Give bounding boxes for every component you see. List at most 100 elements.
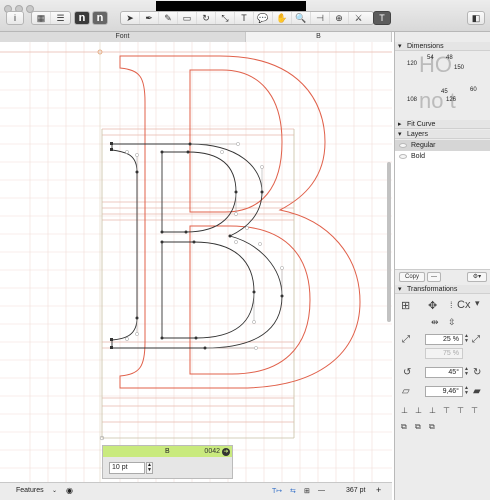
- metric-value[interactable]: 108: [407, 97, 417, 103]
- zoom-icon[interactable]: 🔍: [292, 12, 311, 24]
- layer-row-regular[interactable]: Regular: [395, 140, 490, 151]
- edit-canvas[interactable]: [0, 42, 392, 482]
- slant-right-icon[interactable]: ▰: [473, 386, 481, 397]
- sidebar-toggle-icon[interactable]: ◧: [467, 11, 485, 25]
- bezier-handles: [125, 142, 284, 350]
- hand-icon[interactable]: ✋: [273, 12, 292, 24]
- dimensions-palette: HO no t 120 54 48 150 108 45 126 60: [395, 52, 490, 122]
- dimensions-header[interactable]: Dimensions: [395, 42, 490, 51]
- measure-icon[interactable]: ⊣: [311, 12, 330, 24]
- align-center-icon[interactable]: ⁞: [450, 300, 453, 310]
- info-icon: i: [14, 13, 16, 23]
- scale-up-icon[interactable]: ⤢: [472, 334, 480, 345]
- remove-layer-button[interactable]: —: [427, 272, 441, 282]
- globe-icon[interactable]: ⊕: [330, 12, 349, 24]
- rotate-field[interactable]: 45°: [425, 367, 463, 378]
- tab-font-label: Font: [115, 33, 130, 40]
- layer-visibility-icon[interactable]: [399, 143, 407, 148]
- vertical-scrollbar[interactable]: [387, 162, 391, 322]
- pen-icon[interactable]: ✒: [140, 12, 159, 24]
- layer-visibility-icon[interactable]: [399, 154, 407, 159]
- subtract-icon[interactable]: ⧉: [415, 422, 421, 432]
- text-mode-button[interactable]: n: [74, 11, 90, 25]
- glyph-info-box: B 0042 ➜ 10 pt ▲ ▼: [102, 445, 233, 479]
- list-view-icon[interactable]: ☰: [51, 12, 70, 24]
- intersect-icon[interactable]: ⧉: [429, 422, 435, 432]
- slant-stepper-icon[interactable]: ▲ ▼: [464, 386, 469, 396]
- dimensions-label: Dimensions: [407, 43, 444, 50]
- layers-label: Layers: [407, 131, 429, 138]
- metric-value[interactable]: 60: [470, 87, 477, 93]
- info-button[interactable]: i: [6, 11, 24, 25]
- fit-curve-header[interactable]: Fit Curve: [395, 120, 490, 129]
- flip-vertical-icon[interactable]: ⇳: [448, 317, 456, 328]
- origin-center-icon[interactable]: ✥: [428, 299, 437, 312]
- align-bottom-icon[interactable]: ⊤: [471, 406, 478, 415]
- slant-field[interactable]: 9,46°: [425, 386, 463, 397]
- transformations-header[interactable]: Transformations: [395, 285, 490, 294]
- preview-mode-button[interactable]: n: [92, 11, 108, 25]
- metric-value[interactable]: 126: [446, 97, 456, 103]
- toolbar: i ▦ ☰ n n ➤ ✒ ✎ ▭ ↻ ⤡ T 💬 ✋ 🔍 ⊣ ⊕ ⚔ T ◧: [0, 0, 490, 32]
- metric-value[interactable]: 150: [454, 65, 464, 71]
- zoom-out-icon[interactable]: —: [318, 487, 325, 494]
- layers-header[interactable]: Layers: [395, 130, 490, 139]
- flip-horizontal-icon[interactable]: ⇹: [431, 317, 439, 328]
- zoom-in-icon[interactable]: +: [376, 485, 381, 495]
- align-hcenter-icon[interactable]: ⊥: [415, 406, 422, 415]
- ruler-icon[interactable]: ⊞: [304, 487, 310, 495]
- origin-grid-icon[interactable]: ⊞: [401, 299, 410, 312]
- next-glyph-arrow-icon[interactable]: ➜: [222, 447, 230, 456]
- metric-value[interactable]: 120: [407, 61, 417, 67]
- rotate-ccw-icon[interactable]: ↺: [403, 367, 411, 378]
- type-icon[interactable]: T: [373, 11, 391, 25]
- align-top-icon[interactable]: ⊤: [443, 406, 450, 415]
- metric-value[interactable]: 54: [427, 55, 434, 61]
- metric-value[interactable]: 48: [446, 55, 453, 61]
- ltr-icon[interactable]: ⇆: [290, 487, 296, 495]
- tools-group: ➤ ✒ ✎ ▭ ↻ ⤡ T 💬 ✋ 🔍 ⊣ ⊕ ⚔: [120, 11, 374, 25]
- scale-icon[interactable]: ⤢: [402, 334, 410, 345]
- knife-icon[interactable]: ⚔: [349, 12, 368, 24]
- rotate-stepper-icon[interactable]: ▲ ▼: [464, 367, 469, 377]
- rotate-icon[interactable]: ↻: [197, 12, 216, 24]
- n-glyph-label: n: [78, 12, 86, 24]
- layer-options-gear-icon[interactable]: ⚙▾: [467, 272, 487, 282]
- scale-icon[interactable]: ⤡: [216, 12, 235, 24]
- scale-stepper-icon[interactable]: ▲ ▼: [464, 334, 469, 344]
- features-dropdown-icon[interactable]: ⌄: [52, 487, 57, 494]
- align-dropdown-icon[interactable]: ▾: [475, 298, 480, 309]
- text-direction-icon[interactable]: T↦: [272, 487, 282, 495]
- slant-left-icon[interactable]: ▱: [402, 386, 410, 397]
- align-left-icon[interactable]: ⊥: [401, 406, 408, 415]
- rotate-cw-icon[interactable]: ↻: [473, 367, 481, 378]
- rectangle-icon[interactable]: ▭: [178, 12, 197, 24]
- zoom-level[interactable]: 367 pt: [346, 487, 365, 494]
- text-icon[interactable]: T: [235, 12, 254, 24]
- grid-view-icon[interactable]: ▦: [32, 12, 51, 24]
- union-icon[interactable]: ⧉: [401, 422, 407, 432]
- tab-font[interactable]: Font: [0, 32, 246, 42]
- eye-icon[interactable]: ◉: [66, 486, 73, 495]
- pointer-icon[interactable]: ➤: [121, 12, 140, 24]
- scale-field[interactable]: 25 %: [425, 334, 463, 345]
- grid-lines: [0, 42, 392, 482]
- glyph-unicode: 0042: [204, 448, 220, 455]
- font-size-field[interactable]: 10 pt: [109, 462, 145, 474]
- align-vcenter-icon[interactable]: ⊤: [457, 406, 464, 415]
- metric-value[interactable]: 45: [441, 89, 448, 95]
- align-right-icon[interactable]: ⊥: [429, 406, 436, 415]
- tab-glyph-b[interactable]: B: [246, 32, 392, 42]
- transformations-label: Transformations: [407, 286, 458, 293]
- copy-label: Copy: [404, 274, 419, 280]
- align-glyph-label[interactable]: Cx: [457, 299, 470, 311]
- comment-icon[interactable]: 💬: [254, 12, 273, 24]
- copy-layer-button[interactable]: Copy: [399, 272, 425, 282]
- draw-icon[interactable]: ✎: [159, 12, 178, 24]
- window-title: [156, 1, 306, 11]
- features-popup[interactable]: Features: [16, 487, 44, 494]
- status-bar: Features ⌄ ◉ T↦ ⇆ ⊞ — 367 pt +: [0, 482, 392, 500]
- layer-row-bold[interactable]: Bold: [395, 151, 490, 162]
- font-size-stepper-icon[interactable]: ▲ ▼: [146, 462, 153, 474]
- layer-name: Regular: [411, 142, 436, 149]
